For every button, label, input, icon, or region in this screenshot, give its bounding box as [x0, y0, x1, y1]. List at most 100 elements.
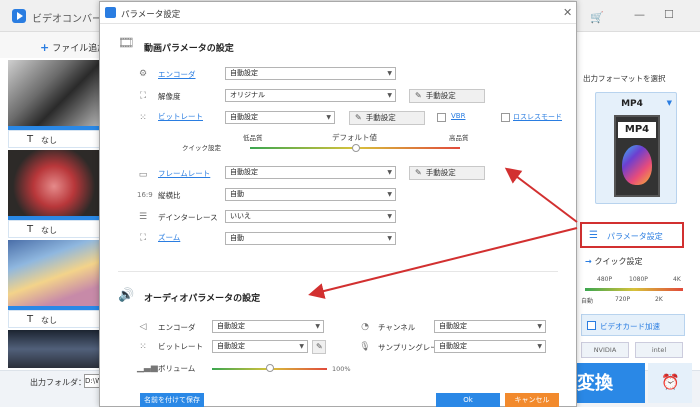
video-thumbnail[interactable]	[8, 330, 100, 368]
alarm-clock-icon: ⏰	[661, 373, 680, 391]
audio-bitrate-icon: ⁙	[139, 342, 147, 352]
audio-encoder-select[interactable]: 自動設定 ▼	[212, 320, 324, 333]
chevron-down-icon: ▼	[387, 235, 392, 242]
subtitle-value: なし	[41, 316, 57, 325]
subtitle-row[interactable]: T なし	[8, 310, 100, 328]
resolution-manual-label: 手動設定	[425, 91, 456, 100]
alarm-clock-button[interactable]: ⏰	[648, 363, 692, 403]
lossless-label[interactable]: ロスレスモード	[513, 112, 562, 122]
video-encoder-select[interactable]: 自動設定 ▼	[225, 67, 396, 80]
chevron-down-icon: ▼	[387, 213, 392, 220]
chevron-down-icon: ▼	[537, 343, 542, 350]
parameter-settings-label: パラメータ設定	[607, 232, 663, 241]
deinterlace-select[interactable]: いいえ ▼	[225, 210, 396, 223]
vbr-checkbox[interactable]	[437, 113, 446, 122]
lossless-checkbox[interactable]	[501, 113, 510, 122]
audio-bitrate-select[interactable]: 自動設定 ▼	[212, 340, 308, 353]
ok-button[interactable]: Ok	[436, 393, 500, 407]
video-thumbnail[interactable]	[8, 150, 100, 216]
framerate-value: 自動設定	[230, 168, 258, 176]
gpu-checkbox[interactable]	[587, 321, 596, 330]
format-thumbnail: MP4	[614, 115, 660, 197]
zoom-value: 自動	[230, 234, 244, 242]
resolution-value: オリジナル	[230, 91, 265, 99]
audio-bitrate-label: ビットレート	[158, 342, 203, 351]
quick-setting-slider[interactable]	[585, 288, 683, 291]
video-quick-setting-label: クイック設定	[182, 144, 221, 152]
audio-encoder-label: エンコーダ	[158, 323, 196, 332]
add-file-button[interactable]: + ファイル追加	[40, 41, 106, 54]
framerate-select[interactable]: 自動設定 ▼	[225, 166, 396, 179]
cart-icon[interactable]: 🛒	[590, 11, 604, 24]
video-section-title: 動画パラメータの設定	[144, 44, 234, 54]
bitrate-manual-button[interactable]: ✎ 手動設定	[349, 111, 425, 125]
aspect-ratio-label: 縦横比	[158, 191, 181, 200]
chevron-down-icon: ▼	[387, 70, 392, 77]
framerate-label[interactable]: フレームレート	[158, 168, 210, 179]
zoom-label[interactable]: ズーム	[158, 232, 180, 243]
chevron-down-icon: ▼	[326, 114, 331, 121]
subtitle-row[interactable]: T なし	[8, 130, 100, 148]
video-bitrate-select[interactable]: 自動設定 ▼	[225, 111, 335, 124]
chevron-down-icon: ▼	[537, 323, 542, 330]
output-folder-label: 出力フォルダ：	[30, 378, 86, 387]
pencil-icon: ✎	[415, 168, 422, 177]
zoom-select[interactable]: 自動 ▼	[225, 232, 396, 245]
close-icon[interactable]: ✕	[563, 6, 572, 19]
audio-bitrate-value: 自動設定	[217, 342, 245, 350]
video-encoder-label[interactable]: エンコーダ	[158, 69, 196, 80]
output-folder-input[interactable]: D:\WF	[84, 374, 100, 388]
chevron-down-icon: ▼	[299, 343, 304, 350]
balloon-icon	[622, 145, 652, 185]
quality-low-label: 低品質	[243, 134, 263, 142]
vbr-label[interactable]: VBR	[451, 112, 465, 120]
subtitle-value: なし	[41, 136, 57, 145]
minimize-icon[interactable]: —	[634, 8, 645, 22]
intel-badge: intel	[635, 342, 683, 358]
film-settings-icon: 🎞	[118, 36, 135, 51]
video-quality-slider-handle[interactable]	[352, 144, 360, 152]
resolution-select[interactable]: オリジナル ▼	[225, 89, 396, 102]
volume-slider-handle[interactable]	[266, 364, 274, 372]
text-icon: T	[27, 314, 34, 325]
format-selector[interactable]: MP4 ▼ MP4	[595, 92, 677, 204]
quick-setting-label: クイック設定	[594, 257, 643, 266]
channel-label: チャンネル	[378, 323, 416, 332]
maximize-icon[interactable]: ☐	[664, 8, 674, 22]
plus-icon: +	[40, 41, 50, 54]
resolution-icon: ⛶	[139, 91, 147, 101]
framerate-manual-label: 手動設定	[425, 168, 456, 177]
volume-label: ボリューム	[158, 364, 196, 373]
section-divider	[118, 271, 558, 272]
deinterlace-icon: ☰	[138, 212, 148, 222]
quick-label: 480P	[597, 276, 613, 283]
resolution-label: 解像度	[158, 92, 181, 101]
channel-select[interactable]: 自動設定 ▼	[434, 320, 546, 333]
save-as-button[interactable]: 名前を付けて保存	[140, 393, 204, 407]
deinterlace-label: デインターレース	[158, 213, 218, 222]
audio-bitrate-edit-button[interactable]: ✎	[312, 340, 326, 354]
video-thumbnail[interactable]	[8, 240, 100, 306]
cancel-button[interactable]: キャンセル	[505, 393, 559, 407]
chevron-down-icon: ▼	[387, 191, 392, 198]
audio-section-title: オーディオパラメータの設定	[144, 294, 261, 304]
aspect-ratio-icon: 16:9	[137, 191, 153, 199]
video-thumbnail[interactable]	[8, 60, 100, 126]
gpu-acceleration-toggle[interactable]: ビデオカード加速	[581, 314, 685, 336]
aspect-ratio-select[interactable]: 自動 ▼	[225, 188, 396, 201]
text-icon: T	[27, 134, 34, 145]
parameter-settings-button[interactable]: ☰ パラメータ設定	[580, 222, 684, 248]
format-name: MP4	[621, 99, 643, 109]
app-toolbar: + ファイル追加	[0, 32, 110, 58]
quick-label: 720P	[615, 296, 631, 303]
video-bitrate-label[interactable]: ビットレート	[158, 111, 203, 122]
chevron-down-icon: ▼	[387, 92, 392, 99]
resolution-manual-button[interactable]: ✎ 手動設定	[409, 89, 485, 103]
framerate-manual-button[interactable]: ✎ 手動設定	[409, 166, 485, 180]
pencil-icon: ✎	[316, 342, 323, 351]
channel-icon: ◔	[361, 322, 369, 332]
convert-button[interactable]: 変換	[577, 363, 645, 403]
subtitle-row[interactable]: T なし	[8, 220, 100, 238]
samplerate-select[interactable]: 自動設定 ▼	[434, 340, 546, 353]
channel-value: 自動設定	[439, 322, 467, 330]
